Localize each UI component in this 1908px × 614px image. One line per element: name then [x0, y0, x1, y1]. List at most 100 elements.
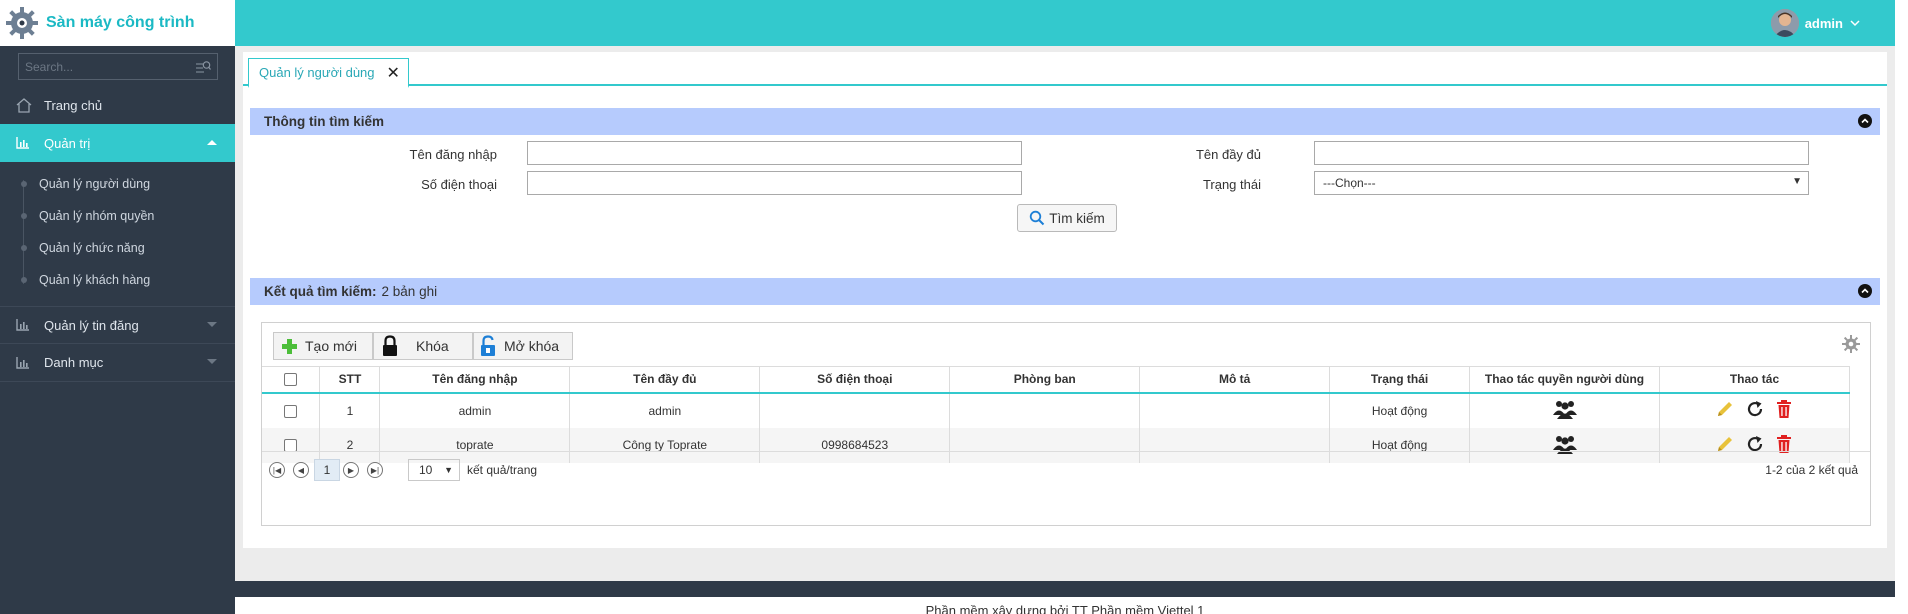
search-section-header[interactable]: Thông tin tìm kiếm [250, 108, 1880, 135]
page-size-value: 10 [419, 463, 433, 477]
column-header[interactable]: Tên đầy đủ [569, 366, 761, 394]
user-menu[interactable]: admin [1770, 9, 1861, 37]
chevron-down-icon [207, 322, 217, 327]
username-input[interactable] [527, 141, 1022, 165]
cell-department [949, 392, 1141, 428]
home-icon [16, 97, 34, 113]
cell-stt: 1 [319, 392, 381, 428]
chevron-down-icon [1850, 20, 1860, 27]
bar-chart-icon [16, 137, 34, 149]
collapse-icon[interactable] [1858, 114, 1872, 128]
cell-fullname: admin [569, 392, 761, 428]
lock-button[interactable]: Khóa [373, 332, 473, 360]
next-page-icon[interactable]: ▶ [343, 462, 359, 478]
lock-button-label: Khóa [416, 338, 449, 354]
column-header[interactable]: Thao tác [1659, 366, 1851, 394]
scrollbar[interactable] [1895, 0, 1908, 614]
create-button-label: Tạo mới [305, 338, 357, 354]
last-page-icon[interactable]: ▶| [367, 462, 383, 478]
column-header[interactable]: Trạng thái [1329, 366, 1471, 394]
settings-icon[interactable] [1842, 335, 1860, 356]
sidebar-subitem-label: Quản lý người dùng [39, 177, 151, 191]
sidebar-subitem-label: Quản lý khách hàng [39, 273, 151, 287]
column-header[interactable]: Phòng ban [949, 366, 1141, 394]
avatar [1770, 9, 1799, 37]
select-all-cell [262, 366, 321, 394]
phone-label: Số điện thoại [421, 177, 497, 192]
cell-permission-action [1469, 392, 1660, 428]
search-icon [1030, 210, 1045, 226]
column-header[interactable]: Mô tả [1139, 366, 1331, 394]
first-page-icon[interactable]: |◀ [269, 462, 285, 478]
column-header[interactable]: Số điện thoại [759, 366, 951, 394]
edit-icon[interactable] [1716, 400, 1734, 418]
main-content: Quản lý người dùng ✕ Thông tin tìm kiếm … [235, 46, 1895, 614]
brand[interactable]: Sàn máy công trình [0, 0, 235, 46]
plus-icon [282, 338, 297, 354]
sidebar-search-input[interactable] [25, 59, 195, 74]
reset-password-icon[interactable] [1746, 400, 1764, 418]
chevron-down-icon [207, 359, 217, 364]
trash-icon[interactable] [1776, 400, 1792, 418]
column-header[interactable]: Thao tác quyền người dùng [1469, 366, 1660, 394]
fullname-label: Tên đầy đủ [1195, 147, 1261, 162]
sidebar-subitem-label: Quản lý nhóm quyền [39, 209, 155, 223]
sidebar-item-user-management[interactable]: Quản lý người dùng [0, 168, 235, 200]
search-button-label: Tìm kiếm [1049, 210, 1105, 226]
footer: Phần mềm xây dựng bởi TT Phần mềm Viette… [235, 597, 1895, 614]
unlock-icon [481, 335, 495, 356]
status-select-value: ---Chọn--- [1323, 176, 1376, 190]
column-header[interactable]: STT [319, 366, 381, 394]
bar-chart-icon [16, 319, 34, 331]
results-count: 2 bản ghi [381, 284, 438, 299]
reset-password-icon[interactable] [1746, 435, 1764, 453]
sidebar-item-categories[interactable]: Danh mục [0, 344, 235, 382]
status-select[interactable]: ---Chọn--- ▼ [1314, 171, 1809, 195]
sidebar-item-label: Danh mục [44, 355, 104, 370]
collapse-icon[interactable] [1858, 284, 1872, 298]
sidebar-item-admin[interactable]: Quản trị [0, 124, 235, 162]
admin-submenu: Quản lý người dùng Quản lý nhóm quyền Qu… [0, 162, 235, 306]
cell-username: admin [379, 392, 571, 428]
close-icon[interactable]: ✕ [387, 63, 400, 83]
search-icon[interactable] [195, 60, 211, 74]
phone-input[interactable] [527, 171, 1022, 195]
unlock-button[interactable]: Mở khóa [473, 332, 573, 360]
cell-status: Hoạt động [1329, 392, 1471, 428]
sidebar-item-customer-management[interactable]: Quản lý khách hàng [0, 264, 235, 296]
table-row[interactable]: 1 admin admin Hoạt động [262, 392, 1851, 428]
current-page[interactable]: 1 [314, 459, 340, 481]
row-checkbox[interactable] [284, 404, 298, 418]
select-all-checkbox[interactable] [284, 373, 298, 387]
tab-bar: Quản lý người dùng ✕ [243, 52, 1887, 88]
username: admin [1804, 15, 1843, 31]
column-header[interactable]: Tên đăng nhập [379, 366, 571, 394]
sidebar-item-label: Quản trị [44, 135, 91, 151]
sidebar-item-function-management[interactable]: Quản lý chức năng [0, 232, 235, 264]
app-title: Sàn máy công trình [46, 14, 195, 31]
trash-icon[interactable] [1776, 434, 1792, 453]
page-size-select[interactable]: 10 ▼ [408, 459, 460, 481]
edit-icon[interactable] [1716, 435, 1734, 453]
sidebar-subitem-label: Quản lý chức năng [39, 241, 145, 255]
dropdown-arrow-icon: ▼ [1792, 176, 1802, 187]
prev-page-icon[interactable]: ◀ [293, 462, 309, 478]
create-button[interactable]: Tạo mới [273, 332, 373, 360]
pager: |◀ ◀ 1 ▶ ▶| 10 ▼ kết quả/trang 1-2 của 2… [262, 451, 1870, 485]
page-size-label: kết quả/trang [467, 463, 538, 477]
search-button[interactable]: Tìm kiếm [1017, 204, 1117, 232]
tab-user-management[interactable]: Quản lý người dùng ✕ [248, 58, 409, 88]
username-label: Tên đăng nhập [409, 147, 497, 162]
fullname-input[interactable] [1314, 141, 1809, 165]
sidebar-item-home[interactable]: Trang chủ [0, 86, 235, 124]
sidebar-search [18, 53, 218, 80]
sidebar: Sàn máy công trình Trang chủ Quản trị Qu… [0, 0, 235, 614]
results-section-header[interactable]: Kết quả tìm kiếm: 2 bản ghi [250, 278, 1880, 305]
sidebar-item-role-management[interactable]: Quản lý nhóm quyền [0, 200, 235, 232]
users-icon[interactable] [1552, 399, 1577, 419]
sidebar-item-post-management[interactable]: Quản lý tin đăng [0, 306, 235, 344]
bar-chart-icon [16, 356, 34, 369]
footer-text: Phần mềm xây dựng bởi TT Phần mềm Viette… [925, 603, 1205, 614]
search-section-title: Thông tin tìm kiếm [264, 114, 384, 129]
tab-label: Quản lý người dùng [259, 65, 375, 80]
